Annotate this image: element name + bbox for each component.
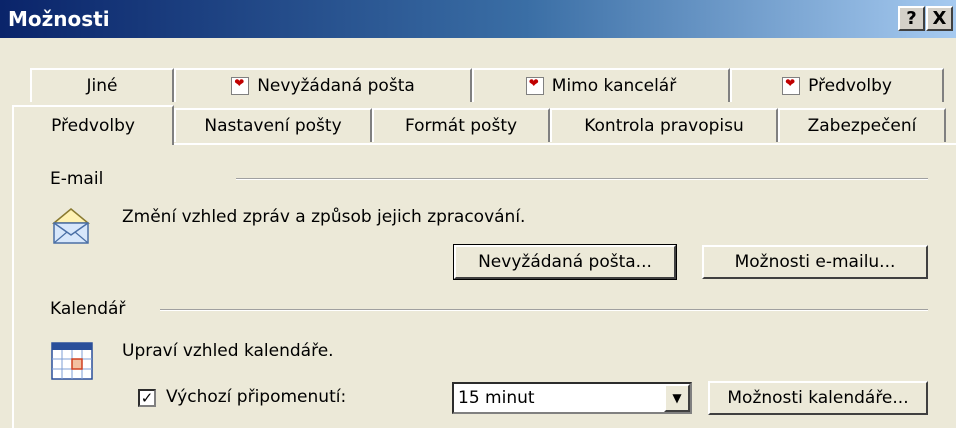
tab-label: Předvolby	[51, 116, 135, 136]
reminder-time-select[interactable]: 15 minut	[452, 382, 692, 414]
default-reminder-checkbox[interactable]: ✓	[138, 389, 156, 407]
close-button[interactable]: X	[926, 6, 953, 31]
calendar-description: Upraví vzhled kalendáře.	[122, 341, 334, 361]
title-bar[interactable]: Možnosti ? X	[0, 0, 956, 38]
calendar-section-label: Kalendář	[50, 299, 126, 319]
tab-label: Předvolby	[808, 76, 892, 96]
options-dialog: Možnosti ? X Jiné Nevyžádaná pošta Mimo …	[0, 0, 956, 428]
tab-label: Nastavení pošty	[204, 116, 342, 136]
tab-label: Nevyžádaná pošta	[257, 76, 415, 96]
tab-label: Formát pošty	[404, 116, 518, 136]
tab-label: Jiné	[86, 76, 118, 96]
tab-label: Kontrola pravopisu	[584, 116, 744, 136]
addin-icon	[231, 76, 250, 95]
email-options-button[interactable]: Možnosti e-mailu...	[702, 245, 928, 279]
tab-nastaveni-posty[interactable]: Nastavení pošty	[174, 108, 372, 142]
tab-mimo-kancelar[interactable]: Mimo kancelář	[472, 68, 730, 102]
default-reminder-label: Výchozí připomenutí:	[166, 387, 347, 407]
tab-nevyzadana-posta[interactable]: Nevyžádaná pošta	[174, 68, 472, 102]
tab-predvolby-addin[interactable]: Předvolby	[730, 68, 944, 102]
calendar-icon	[50, 341, 94, 381]
preferences-panel: E-mail Změní vzhled zpráv a způsob jejic…	[12, 143, 956, 428]
junk-mail-button[interactable]: Nevyžádaná pošta...	[453, 244, 677, 280]
help-button[interactable]: ?	[898, 6, 925, 31]
addin-icon	[525, 76, 544, 95]
chevron-down-icon[interactable]: ▼	[664, 384, 690, 412]
tab-predvolby[interactable]: Předvolby	[12, 105, 174, 145]
tab-format-posty[interactable]: Formát pošty	[372, 108, 550, 142]
addin-icon	[782, 76, 801, 95]
window-title: Možnosti	[8, 7, 110, 31]
tab-zabezpeceni[interactable]: Zabezpečení	[778, 108, 946, 142]
reminder-time-value: 15 minut	[458, 388, 535, 408]
tab-label: Zabezpečení	[807, 116, 917, 136]
tab-kontrola-pravopisu[interactable]: Kontrola pravopisu	[550, 108, 778, 142]
section-divider	[160, 309, 928, 311]
calendar-options-button[interactable]: Možnosti kalendáře...	[708, 381, 928, 415]
email-section-label: E-mail	[50, 169, 104, 189]
envelope-icon	[50, 205, 92, 247]
tab-label: Mimo kancelář	[551, 76, 677, 96]
email-description: Změní vzhled zpráv a způsob jejich zprac…	[122, 207, 526, 227]
tab-jine[interactable]: Jiné	[30, 68, 174, 102]
section-divider	[236, 178, 928, 180]
